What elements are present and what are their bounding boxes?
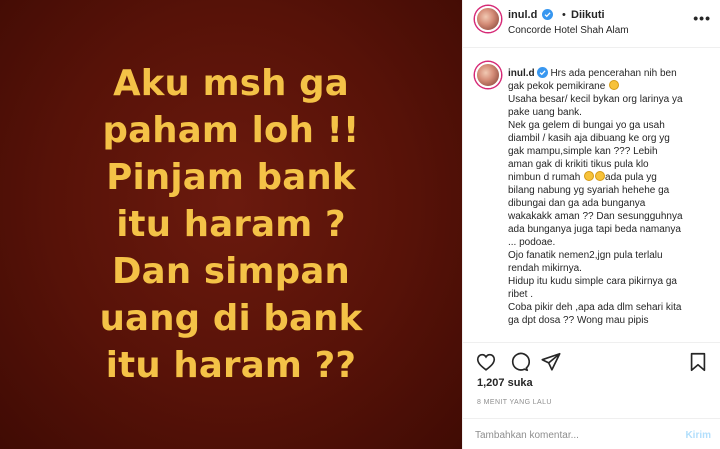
image-text-line: Dan simpan (112, 251, 350, 292)
like-count[interactable]: 1,207 suka (477, 377, 533, 389)
caption-line: ribet . (508, 289, 534, 300)
separator-dot: • (562, 9, 566, 21)
send-icon[interactable] (540, 351, 562, 373)
add-comment-bar: Kirim (463, 418, 720, 449)
location-link[interactable]: Concorde Hotel Shah Alam (508, 25, 629, 36)
caption-line: aman gak di krikiti tikus pula klo (508, 159, 649, 170)
caption-line: rendah mikirnya. (508, 263, 582, 274)
caption-line: ga dpt dosa ?? Wong mau pipis (508, 315, 649, 326)
post-image[interactable]: Aku msh ga paham loh !! Pinjam bank itu … (0, 0, 462, 449)
caption-line: Coba pikir deh ,apa ada dlm sehari kita (508, 302, 682, 313)
avatar[interactable] (475, 6, 501, 32)
avatar[interactable] (475, 62, 501, 88)
caption-username[interactable]: inul.d (508, 67, 548, 79)
post-actions (463, 342, 720, 382)
caption-line: ... podoae. (508, 237, 556, 248)
caption-line: dibungai dan ga ada bunganya (508, 198, 646, 209)
verified-badge-icon (536, 67, 548, 78)
caption-line: ada bunganya juga tapi beda namanya (508, 224, 681, 235)
caption-line: pake uang bank. (508, 107, 582, 118)
header-username[interactable]: inul.d (508, 9, 554, 21)
post-side-panel: inul.d • Diikuti Concorde Hotel Shah Ala… (462, 0, 720, 449)
caption-line: Usaha besar/ kecil bykan org larinya ya (508, 94, 683, 105)
caption-line: nimbun d rumah ada pula yg (508, 171, 716, 184)
post-header: inul.d • Diikuti Concorde Hotel Shah Ala… (463, 0, 720, 48)
bookmark-icon[interactable] (687, 351, 709, 373)
post-image-text: Aku msh ga paham loh !! Pinjam bank itu … (11, 60, 451, 389)
caption-text: inul.d Hrs ada pencerahan nih ben gak pe… (508, 67, 716, 327)
caption-line-text: gak pekok pemikirane (508, 81, 606, 92)
comment-icon[interactable] (508, 351, 530, 373)
username-text[interactable]: inul.d (508, 9, 537, 21)
caption-comment: inul.d Hrs ada pencerahan nih ben gak pe… (463, 56, 720, 341)
grinning-emoji-icon (609, 80, 620, 90)
caption-line: bilang nabung yg syariah hehehe ga (508, 185, 670, 196)
caption-line-text: ada pula yg (605, 172, 657, 183)
comment-input[interactable] (475, 425, 665, 445)
grinning-emoji-icon (584, 171, 595, 181)
image-text-line: uang di bank (99, 298, 363, 339)
caption-line: Nek ga gelem di bungai yo ga usah (508, 120, 665, 131)
more-horizontal-icon[interactable]: ••• (693, 10, 711, 26)
caption-line: wakakakk aman ?? Dan sesungguhnya (508, 211, 683, 222)
caption-line: Ojo fanatik nemen2,jgn pula terlalu (508, 250, 663, 261)
image-text-line: Pinjam bank (106, 157, 356, 198)
image-text-line: itu haram ? (116, 204, 346, 245)
image-text-line: Aku msh ga (113, 63, 349, 104)
image-text-line: itu haram ?? (105, 345, 357, 386)
post-comment-button[interactable]: Kirim (685, 430, 711, 441)
caption-line-text: nimbun d rumah (508, 172, 581, 183)
follow-status-button[interactable]: Diikuti (571, 9, 605, 21)
laughing-emoji-icon (595, 171, 606, 181)
verified-badge-icon (542, 9, 554, 20)
caption-username-text[interactable]: inul.d (508, 68, 535, 79)
post-timestamp[interactable]: 8 MENIT YANG LALU (477, 399, 552, 406)
image-text-line: paham loh !! (102, 110, 360, 151)
caption-line: inul.d Hrs ada pencerahan nih ben (508, 67, 716, 80)
heart-icon[interactable] (475, 351, 497, 373)
caption-line: diambil / kasih aja dibuang ke org yg (508, 133, 670, 144)
caption-line-text: Hrs ada pencerahan nih ben (550, 68, 677, 79)
caption-line: gak pekok pemikirane (508, 80, 716, 93)
caption-line: Hidup itu kudu simple cara pikirnya ga (508, 276, 677, 287)
caption-line: gak mampu,simple kan ??? Lebih (508, 146, 658, 157)
